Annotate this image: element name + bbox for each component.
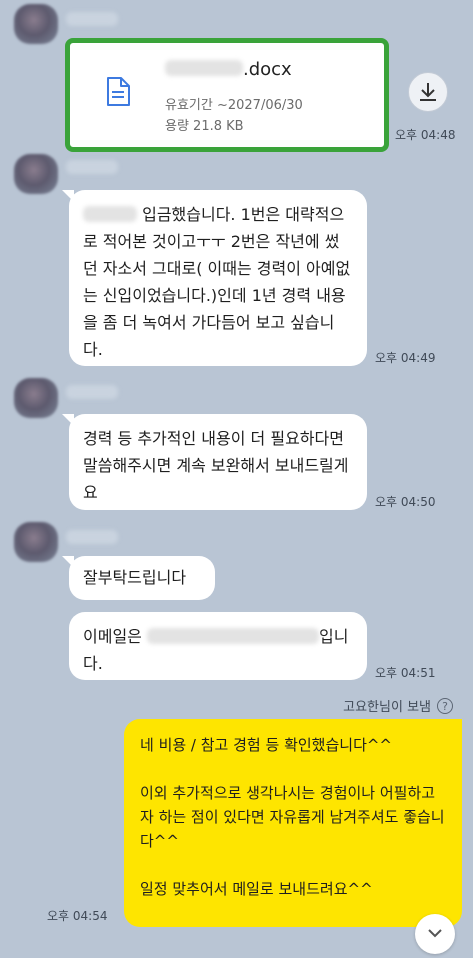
redacted-file-name [165,60,243,76]
my-message-bubble[interactable]: 네 비용 / 참고 경험 등 확인했습니다^^ 이외 추가적으로 생각나시는 경… [124,719,462,927]
my-message-line: 네 비용 / 참고 경험 등 확인했습니다^^ [140,736,393,754]
file-expiry: 유효기간 ~2027/06/30 [165,98,303,113]
file-extension: .docx [243,59,292,80]
my-message-line: 이외 추가적으로 생각나시는 경험이나 어필하고자 하는 점이 있다면 자유롭게… [140,784,445,850]
document-icon [107,77,130,106]
sender-name-redacted [66,385,118,399]
message-bubble[interactable]: 입금했습니다. 1번은 대략적으로 적어본 것이고ㅜㅜ 2번은 작년에 썼던 자… [62,190,367,366]
redacted-email [146,628,319,644]
message-time: 오후 04:48 [395,128,456,142]
download-icon [420,83,436,101]
message-text: 입금했습니다. 1번은 대략적으로 적어본 것이고ㅜㅜ 2번은 작년에 썼던 자… [83,205,351,359]
redacted-text [83,206,137,222]
sent-by-label: 고요한님이 보냄 [343,700,431,715]
help-circle-icon[interactable]: ? [437,697,453,714]
download-button[interactable] [408,72,448,112]
sender-name-redacted [66,530,118,544]
message-time: 오후 04:50 [375,495,436,509]
message-time: 오후 04:54 [47,909,108,923]
scroll-down-button[interactable] [415,914,455,954]
sent-by-row: 고요한님이 보냄 ? [343,696,453,715]
my-message-line: 일정 맞추어서 메일로 보내드려요^^ [140,880,373,898]
avatar[interactable] [14,4,58,44]
message-bubble[interactable]: 경력 등 추가적인 내용이 더 필요하다면 말씀해주시면 계속 보완해서 보내드… [62,414,367,510]
message-text-before: 이메일은 [83,627,142,646]
avatar[interactable] [14,154,58,194]
message-text: 잘부탁드립니다 [83,568,187,587]
scroll-down-icon [428,929,442,938]
file-message-card[interactable]: .docx 유효기간 ~2027/06/30 용량 21.8 KB [65,38,389,152]
sender-name-redacted [66,160,118,174]
file-name: .docx [165,59,292,80]
message-time: 오후 04:49 [375,351,436,365]
avatar[interactable] [14,378,58,418]
message-time: 오후 04:51 [375,666,436,680]
message-bubble[interactable]: 이메일은 입니다. [69,612,367,680]
message-bubble[interactable]: 잘부탁드립니다 [62,556,215,600]
avatar[interactable] [14,522,58,562]
file-size: 용량 21.8 KB [165,119,244,134]
sender-name-redacted [66,12,118,26]
message-text: 경력 등 추가적인 내용이 더 필요하다면 말씀해주시면 계속 보완해서 보내드… [83,429,349,502]
